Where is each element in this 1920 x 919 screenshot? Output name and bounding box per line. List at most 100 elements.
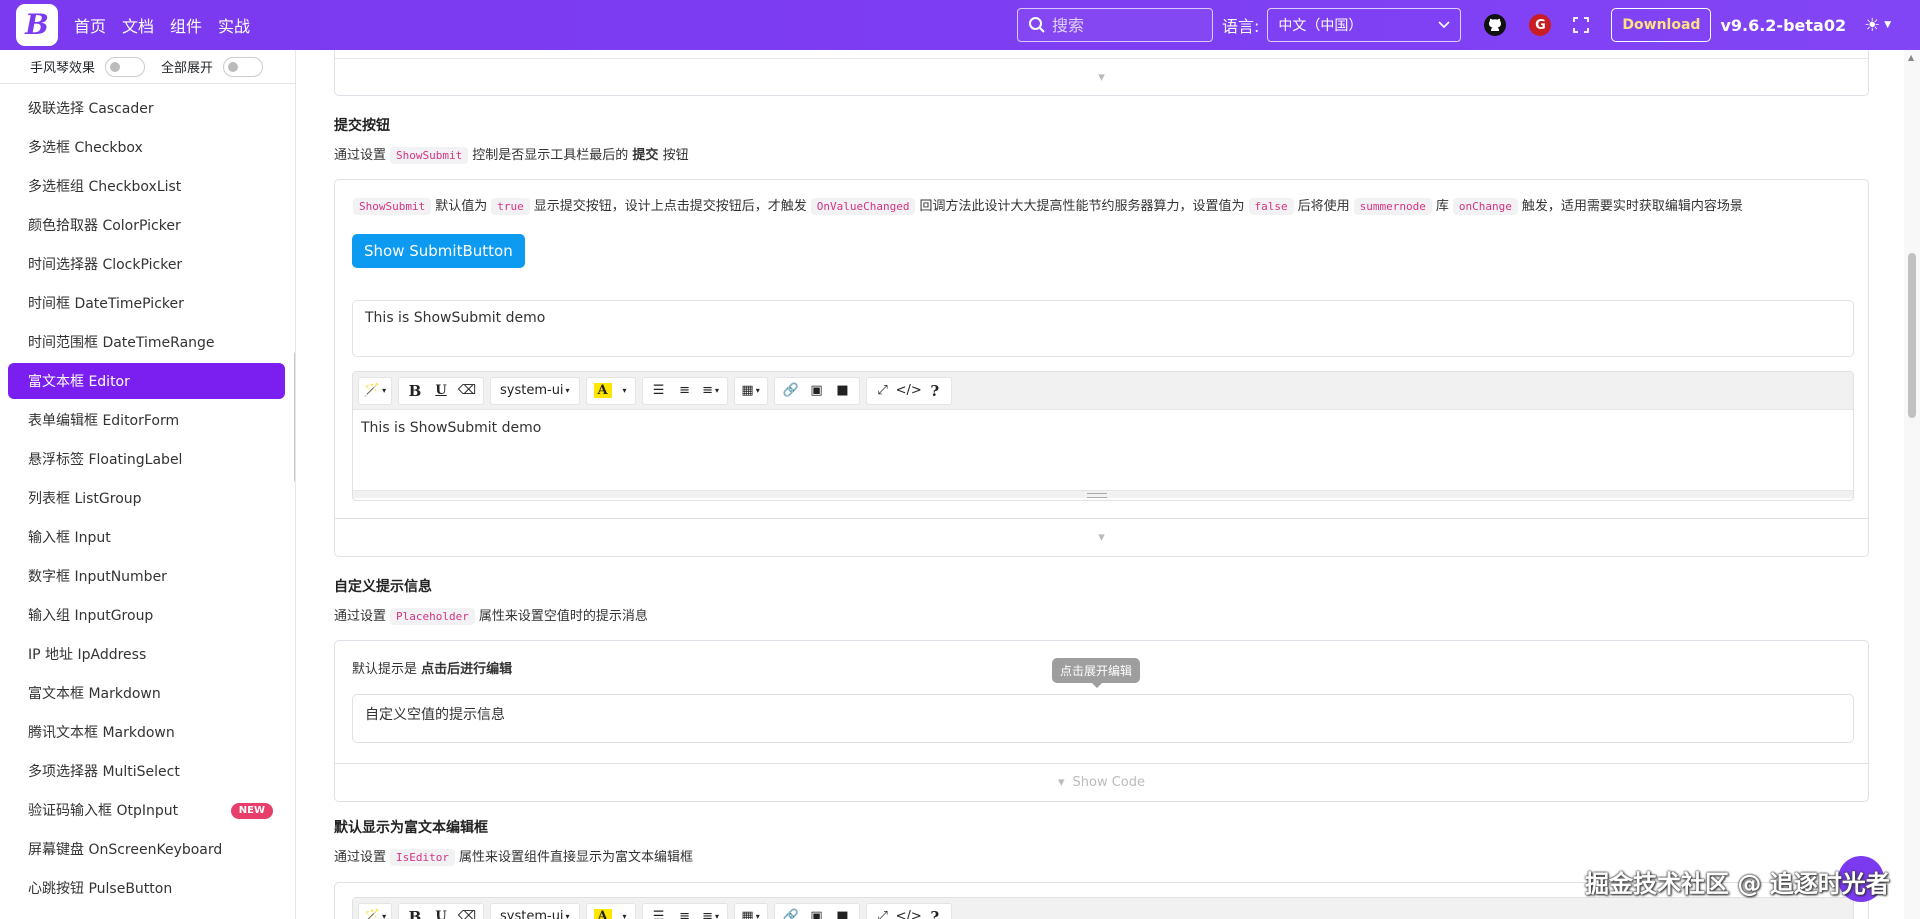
- language-select[interactable]: 中文（中国）: [1267, 8, 1462, 42]
- underline-button[interactable]: U: [428, 378, 454, 404]
- video-icon[interactable]: ■: [830, 378, 856, 404]
- help-button[interactable]: ?: [922, 904, 948, 919]
- sidebar-item-ipaddress[interactable]: IP 地址 IpAddress: [8, 636, 285, 672]
- sidebar-item-multiselect[interactable]: 多项选择器 MultiSelect: [8, 753, 285, 789]
- editor-resize-handle[interactable]: [353, 490, 1853, 498]
- paragraph-align-icon[interactable]: ≡ ▾: [698, 904, 724, 919]
- submit-info-text: ShowSubmit 默认值为 true 显示提交按钮，设计上点击提交按钮后，才触发 O…: [349, 195, 1743, 215]
- link-icon[interactable]: 🔗: [778, 904, 804, 919]
- editor-content[interactable]: This is ShowSubmit demo: [353, 410, 1853, 490]
- code-view-icon[interactable]: </>: [896, 904, 922, 919]
- search-input[interactable]: [1052, 15, 1202, 35]
- table-group: ▦ ▾: [733, 902, 768, 919]
- github-icon[interactable]: [1483, 13, 1507, 37]
- ordered-list-icon[interactable]: ≡: [672, 378, 698, 404]
- section-desc-placeholder: 通过设置 Placeholder 属性来设置空值时的提示消息: [334, 608, 648, 625]
- accordion-toggle[interactable]: [105, 56, 146, 77]
- search-icon: [1029, 17, 1045, 33]
- sidebar-item-input[interactable]: 输入框 Input: [8, 519, 285, 555]
- magic-wand-icon[interactable]: 🪄 ▾: [362, 904, 388, 919]
- fullscreen-icon[interactable]: [1573, 17, 1590, 33]
- sidebar-item-listgroup[interactable]: 列表框 ListGroup: [8, 480, 285, 516]
- sidebar-item-checkbox[interactable]: 多选框 Checkbox: [8, 129, 285, 165]
- expand-all-toggle[interactable]: [223, 56, 264, 77]
- bold-button[interactable]: B: [402, 378, 428, 404]
- sidebar-item-colorpicker[interactable]: 颜色拾取器 ColorPicker: [8, 207, 285, 243]
- sidebar-item-datetimerange[interactable]: 时间范围框 DateTimeRange: [8, 324, 285, 360]
- eraser-icon[interactable]: ⌫: [454, 904, 480, 919]
- main-content: ▾ 提交按钮 通过设置 ShowSubmit 控制是否显示工具栏最后的 提交 按钮 …: [296, 50, 1904, 919]
- show-code-toggle[interactable]: ▾: [335, 58, 1868, 96]
- logo[interactable]: B: [16, 4, 58, 46]
- sidebar-item-datetimepicker[interactable]: 时间框 DateTimePicker: [8, 285, 285, 321]
- section-title-placeholder: 自定义提示信息: [334, 579, 432, 595]
- chevron-down-icon: ▾: [1098, 530, 1105, 545]
- watermark: 掘金技术社区 @ 追逐时光者: [1585, 870, 1890, 898]
- nav-docs[interactable]: 文档: [122, 13, 154, 37]
- table-icon[interactable]: ▦ ▾: [738, 378, 764, 404]
- new-badge: NEW: [230, 803, 273, 819]
- paragraph-align-icon[interactable]: ≡ ▾: [698, 378, 724, 404]
- top-navbar: B 首页 文档 组件 实战 语言: 中文（中国） G Download v9.6…: [0, 0, 1920, 50]
- color-group: A ▾: [585, 376, 636, 405]
- nav-links: 首页 文档 组件 实战: [74, 13, 266, 37]
- sidebar-item-inputnumber[interactable]: 数字框 InputNumber: [8, 558, 285, 594]
- magic-wand-icon[interactable]: 🪄 ▾: [362, 378, 388, 404]
- eraser-icon[interactable]: ⌫: [454, 378, 480, 404]
- unordered-list-icon[interactable]: ☰: [646, 378, 672, 404]
- showsubmit-textarea[interactable]: This is ShowSubmit demo: [352, 300, 1854, 357]
- code-view-icon[interactable]: </>: [896, 378, 922, 404]
- font-family-dropdown[interactable]: system-ui ▾: [494, 904, 576, 919]
- code-placeholder: Placeholder: [390, 608, 475, 625]
- show-code-toggle[interactable]: ▾ Show Code: [335, 763, 1868, 801]
- fullscreen-icon[interactable]: ⤢: [870, 378, 896, 404]
- placeholder-editor-preview[interactable]: 自定义空值的提示信息: [352, 694, 1854, 743]
- link-icon[interactable]: 🔗: [778, 378, 804, 404]
- image-icon[interactable]: ▣: [804, 904, 830, 919]
- sidebar-item-editor[interactable]: 富文本框 Editor: [8, 363, 285, 399]
- scrollbar-thumb[interactable]: [1908, 253, 1916, 418]
- download-button[interactable]: Download: [1611, 8, 1712, 42]
- image-icon[interactable]: ▣: [804, 378, 830, 404]
- sidebar-item-floatinglabel[interactable]: 悬浮标签 FloatingLabel: [8, 441, 285, 477]
- sun-icon: ☀: [1864, 14, 1881, 36]
- highlight-color-button[interactable]: A: [590, 378, 616, 404]
- bold-button[interactable]: B: [402, 904, 428, 919]
- sidebar-item-editorform[interactable]: 表单编辑框 EditorForm: [8, 402, 285, 438]
- ordered-list-icon[interactable]: ≡: [672, 904, 698, 919]
- table-icon[interactable]: ▦ ▾: [738, 904, 764, 919]
- expand-edit-tooltip: 点击展开编辑: [1052, 658, 1141, 688]
- show-submit-button[interactable]: Show SubmitButton: [352, 234, 525, 268]
- sidebar-item-markdown[interactable]: 富文本框 Markdown: [8, 675, 285, 711]
- version-label: v9.6.2-beta02: [1720, 15, 1847, 35]
- search-box[interactable]: [1017, 8, 1213, 42]
- code-showsubmit: ShowSubmit: [390, 147, 469, 164]
- gitee-icon[interactable]: G: [1529, 14, 1552, 36]
- sidebar-item-pulsebutton[interactable]: 心跳按钮 PulseButton: [8, 870, 285, 906]
- caret-down-icon: ▼: [1884, 20, 1892, 30]
- font-family-dropdown[interactable]: system-ui ▾: [494, 378, 576, 404]
- highlight-color-button[interactable]: A: [590, 904, 616, 919]
- help-button[interactable]: ?: [922, 378, 948, 404]
- unordered-list-icon[interactable]: ☰: [646, 904, 672, 919]
- sidebar-item-checkboxlist[interactable]: 多选框组 CheckboxList: [8, 168, 285, 204]
- underline-button[interactable]: U: [428, 904, 454, 919]
- sidebar-item-tencent-markdown[interactable]: 腾讯文本框 Markdown: [8, 714, 285, 750]
- scroll-up-icon[interactable]: ▲: [1908, 53, 1914, 62]
- sidebar-item-otpinput[interactable]: 验证码输入框 OtpInput NEW: [8, 792, 285, 828]
- nav-practice[interactable]: 实战: [218, 13, 250, 37]
- show-code-toggle[interactable]: ▾: [335, 518, 1868, 556]
- nav-components[interactable]: 组件: [170, 13, 202, 37]
- video-icon[interactable]: ■: [830, 904, 856, 919]
- sidebar-item-clockpicker[interactable]: 时间选择器 ClockPicker: [8, 246, 285, 282]
- theme-toggle[interactable]: ☀ ▼: [1864, 15, 1891, 36]
- code-iseditor: IsEditor: [390, 849, 455, 866]
- sidebar-item-cascader[interactable]: 级联选择 Cascader: [8, 90, 285, 126]
- color-dropdown-icon[interactable]: ▾: [616, 378, 632, 404]
- color-dropdown-icon[interactable]: ▾: [616, 904, 632, 919]
- fullscreen-icon[interactable]: ⤢: [870, 904, 896, 919]
- nav-home[interactable]: 首页: [74, 13, 106, 37]
- sidebar-item-inputgroup[interactable]: 输入组 InputGroup: [8, 597, 285, 633]
- page-scrollbar[interactable]: ▲: [1904, 50, 1920, 919]
- sidebar-item-onscreenkeyboard[interactable]: 屏幕键盘 OnScreenKeyboard: [8, 831, 285, 867]
